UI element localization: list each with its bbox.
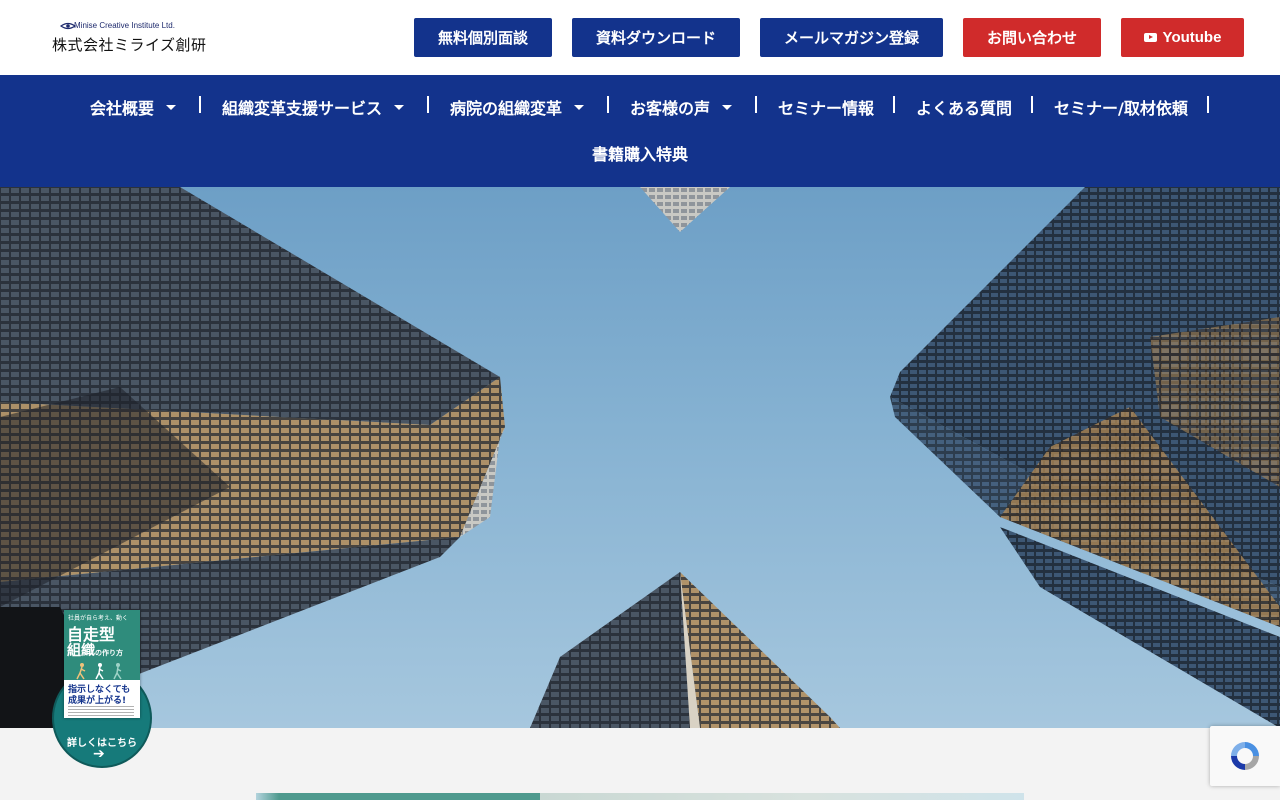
nav-item-seminars[interactable]: セミナー情報 xyxy=(778,95,874,119)
site-logo[interactable]: Minise Creative Institute Ltd. 株式会社ミライズ創… xyxy=(52,20,222,56)
nav-item-label: 組織変革支援サービス xyxy=(222,99,383,118)
chevron-down-icon xyxy=(166,104,177,110)
book-copy-line2: 成果が上がる! xyxy=(68,696,127,706)
nav-item-services[interactable]: 組織変革支援サービス xyxy=(222,95,405,119)
site-header: Minise Creative Institute Ltd. 株式会社ミライズ創… xyxy=(0,0,1280,75)
nav-item-testimonials[interactable]: お客様の声 xyxy=(630,95,733,119)
nav-item-seminar-request[interactable]: セミナー/取材依頼 xyxy=(1054,95,1188,119)
youtube-label: Youtube xyxy=(1162,29,1222,46)
running-people-icon xyxy=(76,663,122,680)
contact-label: お問い合わせ xyxy=(986,29,1077,47)
chevron-down-icon xyxy=(574,104,585,110)
newsletter-signup-button[interactable]: メールマガジン登録 xyxy=(760,18,943,57)
book-title-main: 組織 xyxy=(67,643,95,659)
section-image-strip xyxy=(256,793,1024,800)
nav-separator xyxy=(427,96,429,113)
document-download-button[interactable]: 資料ダウンロード xyxy=(572,18,740,57)
nav-item-hospital[interactable]: 病院の組織変革 xyxy=(450,95,585,119)
chevron-down-icon xyxy=(722,104,733,110)
contact-button[interactable]: お問い合わせ xyxy=(963,18,1101,57)
book-cover[interactable]: 社員が自ら考え、動く 自走型 組織の作り方 指示しなくても 成果が上がる! xyxy=(64,610,140,718)
nav-item-label: よくある質問 xyxy=(916,99,1013,118)
skyscrapers-illustration xyxy=(0,187,1280,728)
book-title-line2: 組織の作り方 xyxy=(67,640,123,660)
nav-item-faq[interactable]: よくある質問 xyxy=(916,95,1012,119)
newsletter-signup-label: メールマガジン登録 xyxy=(783,29,919,47)
youtube-button[interactable]: Youtube xyxy=(1121,18,1244,57)
document-download-label: 資料ダウンロード xyxy=(595,29,716,47)
nav-separator xyxy=(755,96,757,113)
book-promo-widget[interactable]: 社員が自ら考え、動く 自走型 組織の作り方 指示しなくても 成果が上がる! 詳し… xyxy=(52,610,152,768)
nav-item-company[interactable]: 会社概要 xyxy=(90,95,177,119)
nav-item-book-bonus[interactable]: 書籍購入特典 xyxy=(592,141,688,165)
nav-item-label: お客様の声 xyxy=(630,99,711,118)
nav-separator xyxy=(199,96,201,113)
book-cover-band: 社員が自ら考え、動く 自走型 組織の作り方 xyxy=(64,610,140,680)
youtube-icon xyxy=(1143,33,1157,42)
logo-english-name: Minise Creative Institute Ltd. xyxy=(74,21,175,30)
free-consultation-button[interactable]: 無料個別面談 xyxy=(414,18,552,57)
nav-item-label: セミナー/取材依頼 xyxy=(1054,99,1188,118)
hero-image xyxy=(0,187,1280,728)
nav-item-label: セミナー情報 xyxy=(778,99,875,118)
main-navigation: 会社概要 組織変革支援サービス 病院の組織変革 お客様の声 セミナー情報 よくあ… xyxy=(0,75,1280,187)
recaptcha-badge[interactable] xyxy=(1210,726,1280,786)
nav-separator xyxy=(1031,96,1033,113)
nav-item-label: 会社概要 xyxy=(90,99,155,118)
free-consultation-label: 無料個別面談 xyxy=(437,29,528,47)
nav-separator xyxy=(1207,96,1209,113)
book-fine-print xyxy=(68,706,134,716)
chevron-down-icon xyxy=(394,104,405,110)
recaptcha-icon xyxy=(1231,742,1259,770)
nav-item-label: 書籍購入特典 xyxy=(592,145,689,164)
arrow-right-icon[interactable]: ➔ xyxy=(93,746,105,762)
nav-item-label: 病院の組織変革 xyxy=(450,99,563,118)
nav-separator xyxy=(893,96,895,113)
logo-japanese-name: 株式会社ミライズ創研 xyxy=(52,36,207,54)
nav-separator xyxy=(607,96,609,113)
book-title-suffix: の作り方 xyxy=(95,649,123,657)
